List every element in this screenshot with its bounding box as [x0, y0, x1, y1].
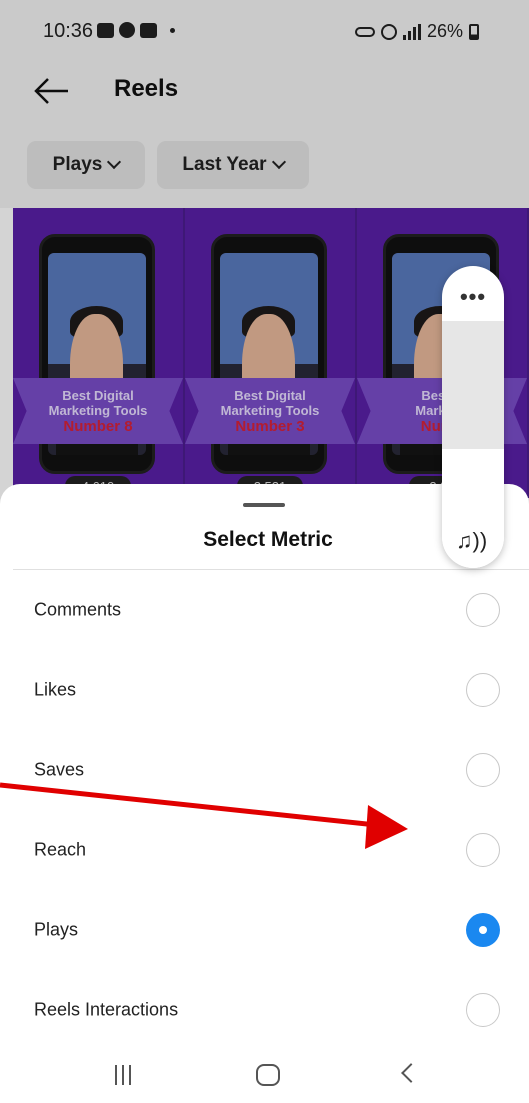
radio-button[interactable]: [466, 593, 500, 627]
back-nav-icon[interactable]: [401, 1063, 421, 1083]
metric-option-likes[interactable]: Likes: [0, 655, 529, 725]
radio-button-selected[interactable]: [466, 913, 500, 947]
radio-button[interactable]: [466, 833, 500, 867]
music-note-sound-icon[interactable]: ♫)): [456, 528, 487, 554]
metric-option-label: Plays: [34, 919, 79, 940]
system-nav-bar: [0, 1043, 529, 1103]
radio-button[interactable]: [466, 993, 500, 1027]
metric-option-label: Comments: [34, 599, 122, 620]
home-icon[interactable]: [256, 1064, 280, 1086]
radio-button[interactable]: [466, 753, 500, 787]
radio-button[interactable]: [466, 673, 500, 707]
annotation-arrow-icon: [0, 782, 408, 849]
divider: [13, 569, 529, 570]
metric-option-reels-interactions[interactable]: Reels Interactions: [0, 975, 529, 1045]
sheet-drag-handle[interactable]: [243, 503, 285, 507]
metric-option-label: Likes: [34, 679, 77, 700]
volume-panel[interactable]: ••• ♫)): [442, 266, 504, 568]
more-horizontal-icon[interactable]: •••: [442, 284, 504, 310]
volume-track[interactable]: [442, 321, 504, 449]
metric-option-plays[interactable]: Plays: [0, 895, 529, 965]
metric-option-label: Reels Interactions: [34, 999, 179, 1020]
metric-option-comments[interactable]: Comments: [0, 575, 529, 645]
recent-apps-icon[interactable]: [115, 1065, 131, 1085]
